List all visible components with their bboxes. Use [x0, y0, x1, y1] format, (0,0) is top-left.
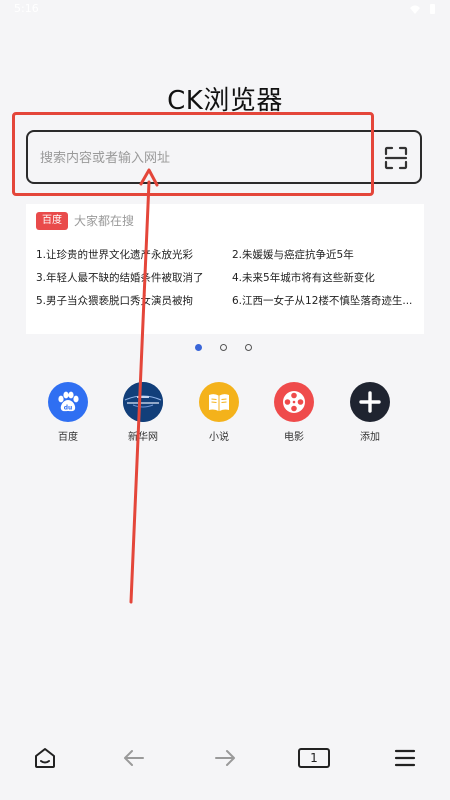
xinhua-logo-icon — [123, 382, 163, 422]
home-icon — [35, 748, 55, 768]
forward-arrow-icon — [215, 750, 235, 766]
shortcut-label: 百度 — [58, 432, 78, 443]
bottom-navigation: 1 — [0, 730, 450, 786]
svg-text:du: du — [64, 405, 73, 412]
status-bar: 5:16 — [0, 0, 450, 20]
shortcut-label: 添加 — [360, 432, 380, 443]
hot-search-item[interactable]: 2.朱媛媛与癌症抗争近5年 — [232, 248, 414, 262]
film-reel-icon — [274, 382, 314, 422]
hot-search-item[interactable]: 4.未来5年城市将有这些新变化 — [232, 271, 414, 285]
page-indicator — [195, 344, 255, 356]
home-button[interactable] — [29, 744, 61, 772]
page-dot-active[interactable] — [195, 344, 202, 351]
page-dot[interactable] — [220, 344, 227, 351]
shortcut-novel[interactable]: 小说 — [189, 382, 249, 443]
status-time: 5:16 — [14, 2, 39, 15]
shortcut-label: 小说 — [209, 432, 229, 443]
plus-icon — [350, 382, 390, 422]
hot-search-title: 大家都在搜 — [74, 214, 135, 228]
tab-count: 1 — [298, 748, 330, 768]
hot-search-badge: 百度 — [36, 212, 68, 230]
page-dot[interactable] — [245, 344, 252, 351]
shortcut-xinhua[interactable]: 新华网 — [113, 382, 173, 443]
shortcut-movie[interactable]: 电影 — [264, 382, 324, 443]
annotation-highlight-box — [12, 112, 374, 196]
back-arrow-icon — [124, 750, 144, 766]
scan-icon[interactable] — [382, 144, 410, 172]
shortcut-baidu[interactable]: du 百度 — [38, 382, 98, 443]
book-icon — [199, 382, 239, 422]
hot-search-item[interactable]: 5.男子当众猥亵脱口秀女演员被拘 — [36, 294, 218, 308]
hot-search-item[interactable]: 1.让珍贵的世界文化遗产永放光彩 — [36, 248, 218, 262]
shortcut-label: 新华网 — [128, 432, 158, 443]
tabs-button[interactable]: 1 — [298, 744, 330, 772]
shortcut-add[interactable]: 添加 — [340, 382, 400, 443]
menu-icon — [394, 749, 416, 767]
baidu-paw-icon: du — [48, 382, 88, 422]
hot-search-item[interactable]: 3.年轻人最不缺的结婚条件被取消了 — [36, 271, 218, 285]
shortcut-label: 电影 — [284, 432, 304, 443]
menu-button[interactable] — [389, 744, 421, 772]
forward-button[interactable] — [209, 744, 241, 772]
status-icons — [410, 4, 435, 14]
hot-search-item[interactable]: 6.江西一女子从12楼不慎坠落奇迹生... — [232, 294, 414, 308]
back-button[interactable] — [118, 744, 150, 772]
hot-search-panel: 百度 大家都在搜 1.让珍贵的世界文化遗产永放光彩 2.朱媛媛与癌症抗争近5年 … — [26, 204, 424, 334]
